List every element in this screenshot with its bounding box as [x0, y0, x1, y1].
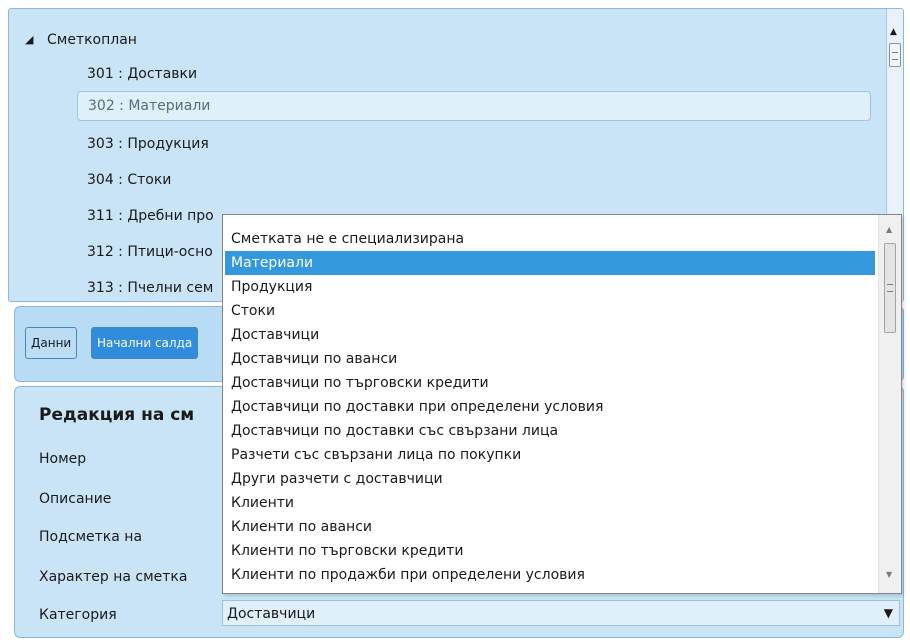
- dropdown-option[interactable]: Клиенти по аванси: [225, 515, 875, 539]
- form-title: Редакция на см: [39, 405, 195, 425]
- tab-initial-balances[interactable]: Начални салда: [91, 327, 199, 359]
- dropdown-option[interactable]: Доставчици по доставки със свързани лица: [225, 419, 875, 443]
- dropdown-option[interactable]: Доставчици по доставки при определени ус…: [225, 395, 875, 419]
- dropdown-option[interactable]: Клиенти: [225, 491, 875, 515]
- dropdown-option[interactable]: Стоки: [225, 299, 875, 323]
- dropdown-option[interactable]: Продукция: [225, 275, 875, 299]
- dropdown-option[interactable]: Клиенти по продажби при определени услов…: [225, 563, 875, 587]
- tree-item-304[interactable]: 304 : Стоки: [77, 165, 871, 195]
- dropdown-option[interactable]: Разчети със свързани лица по покупки: [225, 443, 875, 467]
- description-label: Описание: [39, 491, 112, 507]
- tree-item-303[interactable]: 303 : Продукция: [77, 129, 871, 159]
- dropdown-scrollbar[interactable]: ▲ ▼: [878, 215, 901, 593]
- dropdown-option[interactable]: Други разчети с доставчици: [225, 467, 875, 491]
- dropdown-option[interactable]: Сметката не е специализирана: [225, 227, 875, 251]
- dropdown-option-highlighted[interactable]: Материали: [225, 251, 875, 275]
- dropdown-option[interactable]: Доставчици: [225, 323, 875, 347]
- subaccount-of-label: Подсметка на: [39, 529, 143, 545]
- number-label: Номер: [39, 451, 87, 467]
- dropdown-scroll-thumb[interactable]: [884, 243, 896, 333]
- dropdown-option[interactable]: Доставчици по търговски кредити: [225, 371, 875, 395]
- tree-scroll-thumb[interactable]: [889, 43, 901, 67]
- account-character-label: Характер на сметка: [39, 569, 188, 585]
- tree-item-301[interactable]: 301 : Доставки: [77, 59, 871, 89]
- tree-item-302[interactable]: 302 : Материали: [77, 91, 871, 121]
- category-label: Категория: [39, 607, 117, 623]
- tab-data[interactable]: Данни: [25, 327, 78, 359]
- category-combobox[interactable]: Доставчици ▼: [222, 600, 900, 626]
- category-dropdown-list[interactable]: Сметката не е специализирана Материали П…: [222, 214, 902, 594]
- tree-root-label: Сметкоплан: [47, 32, 137, 48]
- scroll-up-icon[interactable]: ▲: [890, 27, 897, 37]
- scroll-down-icon[interactable]: ▼: [886, 570, 892, 579]
- scroll-up-icon[interactable]: ▲: [886, 225, 892, 234]
- dropdown-arrow-icon[interactable]: ▼: [884, 603, 893, 623]
- dropdown-option[interactable]: Доставчици по аванси: [225, 347, 875, 371]
- expanded-triangle-icon[interactable]: ◢: [25, 29, 33, 51]
- category-selected-value: Доставчици: [227, 606, 316, 622]
- dropdown-option[interactable]: Клиенти по търговски кредити: [225, 539, 875, 563]
